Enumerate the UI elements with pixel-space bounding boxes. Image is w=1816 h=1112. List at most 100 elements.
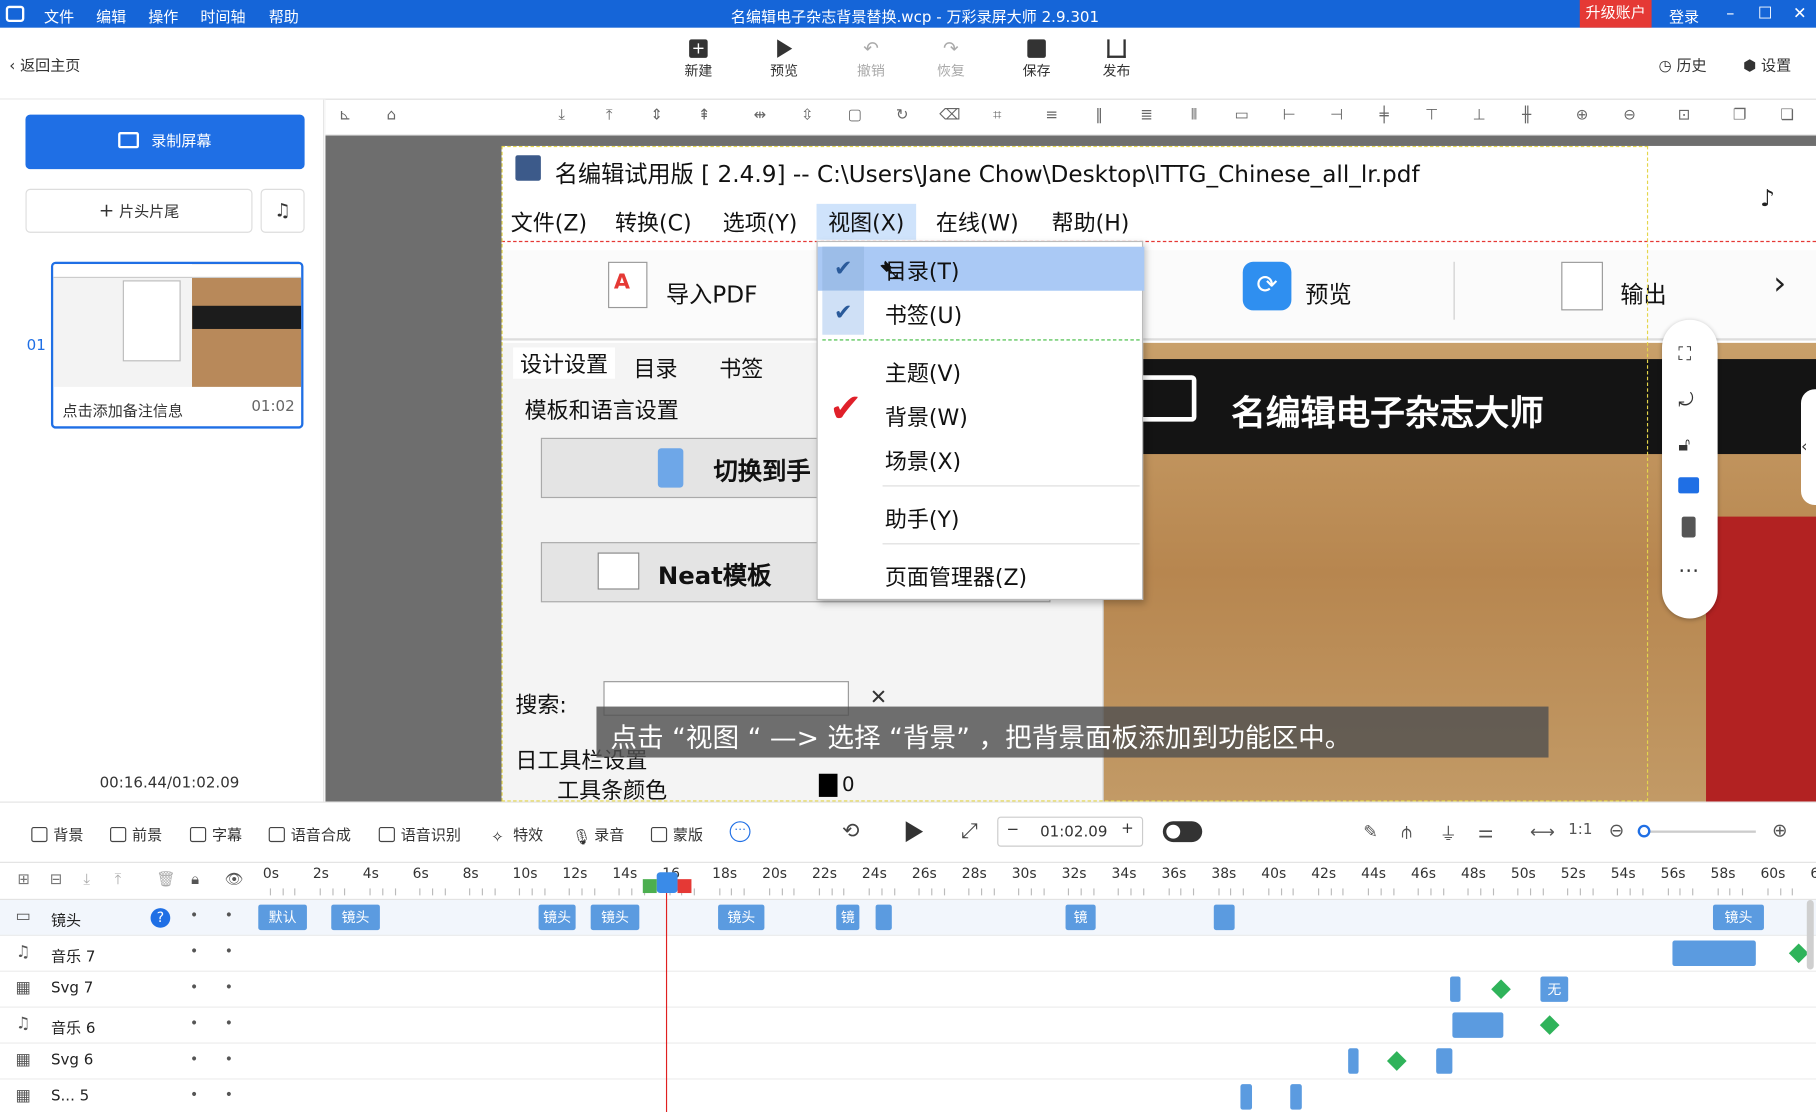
crop-icon[interactable]: ⌗	[987, 107, 1008, 128]
new-button[interactable]: + 新建	[668, 28, 728, 80]
move-down-icon[interactable]: ⤓	[83, 871, 90, 888]
same-width-icon[interactable]: ▭	[1231, 107, 1252, 128]
menu-file[interactable]: 文件	[44, 5, 74, 27]
caption-tool[interactable]: 字幕	[189, 822, 242, 844]
lens-clip[interactable]: 镜	[836, 904, 860, 931]
visibility-dot-icon[interactable]: •	[190, 1086, 198, 1102]
time-ruler[interactable]: 0s2s4s6s8s10s12s14s1618s20s22s24s26s28s3…	[257, 863, 1816, 900]
lock-dot-icon[interactable]: •	[225, 907, 233, 923]
lens-clip[interactable]: 镜头	[718, 904, 765, 931]
playhead-handle[interactable]	[656, 872, 678, 894]
svg-clip[interactable]	[1348, 1048, 1359, 1074]
zoom-out-icon[interactable]: ⊖	[1619, 107, 1640, 128]
lens-clip[interactable]: 镜	[1065, 904, 1096, 931]
range-start-marker[interactable]	[642, 879, 657, 894]
timeline-scrollbar[interactable]	[1806, 899, 1814, 970]
padlock-icon[interactable]: 🔓︎	[1678, 433, 1690, 456]
foreground-tool[interactable]: 前景	[110, 822, 162, 844]
distribute-v-icon[interactable]: ⦀	[1184, 107, 1205, 128]
add-file-icon[interactable]: ⊟	[50, 871, 63, 888]
music-float-button[interactable]: ♪	[1743, 173, 1792, 223]
zoom-in-icon[interactable]: ⊕	[1572, 107, 1593, 128]
preview-button[interactable]: 预览	[754, 28, 814, 80]
home-icon[interactable]: ⌂	[381, 107, 402, 128]
lens-clip[interactable]: 镜头	[331, 904, 380, 931]
zoom-in-timeline-icon[interactable]: ⊕	[1772, 819, 1788, 841]
edit-icon[interactable]: ✎	[1363, 821, 1378, 842]
center-h-icon[interactable]: ╪	[1374, 107, 1395, 128]
align-left-icon[interactable]: ≡	[1041, 107, 1062, 128]
move-up-icon[interactable]: ⤒	[115, 871, 122, 888]
middle-align-icon[interactable]: ╫	[1516, 107, 1537, 128]
mask-tool[interactable]: 蒙版	[650, 822, 703, 844]
background-tool[interactable]: 背景	[31, 822, 83, 844]
lock-all-icon[interactable]: 🔒︎	[191, 871, 199, 888]
visibility-dot-icon[interactable]: •	[190, 1015, 198, 1031]
fit-width-icon[interactable]: ⟷	[1530, 821, 1555, 842]
record-screen-button[interactable]: 录制屏幕	[25, 114, 305, 170]
menu-help[interactable]: 帮助	[269, 5, 299, 27]
lock-dot-icon[interactable]: •	[225, 943, 233, 959]
asr-tool[interactable]: 语音识别	[378, 822, 461, 844]
more-icon[interactable]: ⋯	[1678, 558, 1699, 582]
split-icon[interactable]: ⫛	[1401, 821, 1411, 842]
track-row[interactable]: ▦ Svg 6 • •	[0, 1044, 1816, 1080]
audio-waveform-clip[interactable]	[1672, 940, 1756, 967]
clip-thumbnail-card[interactable]: 点击添加备注信息 01:02	[50, 261, 304, 429]
align-bottom-icon[interactable]: ⤓	[551, 107, 572, 128]
filter-icon[interactable]: ⏚	[1440, 821, 1457, 845]
rotate-icon[interactable]: ↻	[892, 107, 913, 128]
flip-v-icon[interactable]: ⇳	[797, 107, 818, 128]
svg-clip[interactable]	[1450, 976, 1461, 1002]
playhead[interactable]	[665, 883, 668, 1112]
zoom-slider[interactable]	[1637, 824, 1756, 838]
lens-clip[interactable]	[875, 904, 892, 931]
delete-icon[interactable]: ⌫	[939, 107, 960, 128]
lock-icon[interactable]: ▢	[844, 107, 865, 128]
mobile-icon[interactable]	[1681, 516, 1696, 538]
range-end-marker[interactable]	[677, 879, 692, 894]
align-vcenter-icon[interactable]: ⇕	[646, 107, 667, 128]
voice-record-tool[interactable]: 🎙︎ 录音	[572, 822, 624, 847]
bottom-align-icon[interactable]: ⊥	[1469, 107, 1490, 128]
undo-button[interactable]: ↶ 撤销	[841, 28, 901, 80]
rotate-screen-icon[interactable]: ⤾	[1678, 389, 1693, 412]
minimize-icon[interactable]: –	[1712, 0, 1749, 28]
history-button[interactable]: ◷ 历史	[1659, 53, 1707, 75]
visibility-dot-icon[interactable]: •	[190, 979, 198, 995]
tts-tool[interactable]: 语音合成	[268, 822, 351, 844]
snap-toggle[interactable]	[1162, 821, 1203, 843]
svg-clip[interactable]	[1436, 1048, 1453, 1074]
track-row[interactable]: ▦ S... 5 • •	[0, 1080, 1816, 1112]
menu-edit[interactable]: 编辑	[96, 5, 126, 27]
close-icon[interactable]: ✕	[1781, 0, 1816, 28]
eye-icon[interactable]: 👁︎	[225, 871, 244, 888]
actual-size-icon[interactable]: 1:1	[1568, 821, 1592, 838]
lens-clip[interactable]: 镜头	[1712, 904, 1764, 931]
back-home-link[interactable]: ‹ 返回主页	[9, 53, 80, 75]
track-row[interactable]: ♫ 音乐 7 • •	[0, 936, 1816, 972]
fullscreen-icon[interactable]: ⛶	[1678, 343, 1691, 366]
increment-icon[interactable]: +	[1121, 820, 1134, 837]
svg-clip[interactable]: 无	[1540, 976, 1569, 1002]
adjust-icon[interactable]: ⚌	[1478, 821, 1494, 842]
expand-icon[interactable]: ⤢	[961, 819, 978, 843]
desktop-icon[interactable]	[1678, 477, 1700, 494]
flip-h-icon[interactable]: ⇹	[749, 107, 770, 128]
zoom-out-timeline-icon[interactable]: ⊖	[1609, 819, 1625, 841]
indent-right-icon[interactable]: ⊣	[1326, 107, 1347, 128]
effects-tool[interactable]: ✧ 特效	[491, 822, 543, 847]
align-top-icon[interactable]: ⤒	[599, 107, 620, 128]
help-icon[interactable]: ?	[150, 908, 171, 928]
music-button[interactable]: ♫	[260, 188, 305, 233]
menu-operate[interactable]: 操作	[148, 5, 178, 27]
more-tools-icon[interactable]: ⋯	[729, 821, 751, 843]
distribute-h-icon[interactable]: ≣	[1136, 107, 1157, 128]
save-button[interactable]: 保存	[1006, 28, 1066, 80]
timecode-stepper[interactable]: − 01:02.09 +	[997, 816, 1144, 847]
svg-clip[interactable]	[1290, 1084, 1302, 1110]
visibility-dot-icon[interactable]: •	[190, 943, 198, 959]
clip-note[interactable]: 点击添加备注信息	[63, 398, 183, 420]
publish-button[interactable]: 发布	[1086, 28, 1146, 80]
ruler-icon[interactable]: ⊾	[335, 107, 356, 128]
